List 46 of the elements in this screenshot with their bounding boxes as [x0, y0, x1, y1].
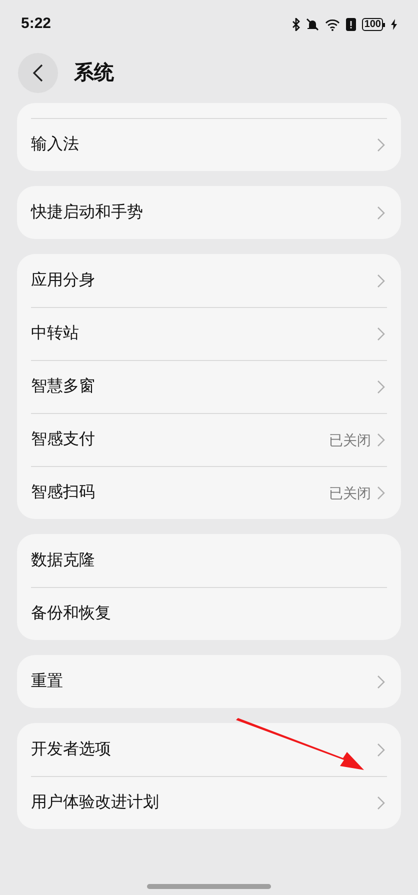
settings-row[interactable]: 应用分身: [31, 254, 387, 307]
settings-row[interactable]: 数据克隆: [31, 534, 387, 587]
settings-row[interactable]: 输入法: [31, 118, 387, 171]
settings-row[interactable]: 快捷启动和手势: [31, 186, 387, 239]
settings-row[interactable]: 智感扫码 已关闭: [31, 466, 387, 519]
chevron-icon: [377, 742, 385, 756]
row-label: 备份和恢复: [31, 604, 111, 624]
chevron-icon: [377, 327, 385, 341]
chevron-icon: [377, 274, 385, 288]
page-title: 系统: [74, 60, 114, 86]
settings-row[interactable]: 用户体验改进计划: [31, 776, 387, 829]
row-value: 已关闭: [329, 430, 371, 450]
settings-row[interactable]: 智慧多窗: [31, 360, 387, 413]
row-label: 重置: [31, 672, 63, 692]
chevron-icon: [377, 138, 385, 152]
row-value: 已关闭: [329, 484, 371, 502]
row-label: 智感扫码: [31, 482, 95, 503]
charging-icon: [391, 19, 397, 30]
settings-row[interactable]: 重置: [31, 655, 387, 708]
settings-row[interactable]: 备份和恢复: [31, 587, 387, 640]
settings-row[interactable]: 开发者选项: [31, 723, 387, 776]
bluetooth-icon: [292, 18, 300, 31]
chevron-icon: [377, 433, 385, 447]
chevron-icon: [377, 380, 385, 394]
row-label: 中转站: [31, 324, 79, 344]
back-button[interactable]: [18, 53, 58, 93]
row-label: 输入法: [31, 134, 79, 155]
sim-alert-icon: [346, 18, 356, 31]
back-icon: [33, 64, 43, 82]
status-time: 5:22: [21, 14, 52, 34]
row-label: 开发者选项: [31, 740, 111, 760]
chevron-icon: [377, 796, 385, 810]
row-label: 用户体验改进计划: [31, 792, 159, 813]
chevron-icon: [377, 206, 385, 220]
row-label: 数据克隆: [31, 550, 95, 570]
row-label: 智感支付: [31, 430, 95, 450]
row-label: 智慧多窗: [31, 376, 95, 397]
bell-off-icon: [306, 18, 320, 31]
wifi-icon: [325, 18, 340, 30]
settings-row[interactable]: 智感支付 已关闭: [31, 413, 387, 466]
battery-icon: 100: [362, 18, 385, 31]
chevron-icon: [377, 486, 385, 500]
chevron-icon: [377, 674, 385, 688]
settings-row[interactable]: 中转站: [31, 307, 387, 360]
row-label: 快捷启动和手势: [31, 202, 143, 222]
row-label: 应用分身: [31, 270, 95, 290]
